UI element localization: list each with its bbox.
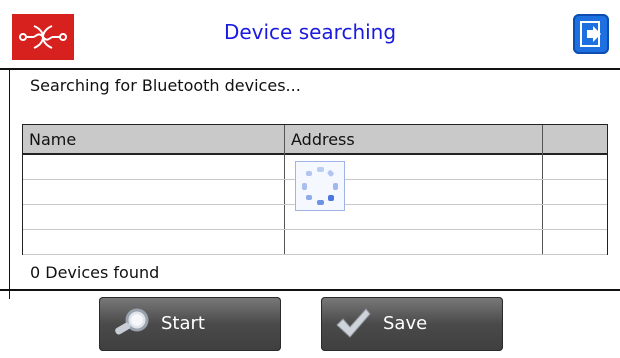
start-button[interactable]: Start xyxy=(99,297,281,351)
header: Device searching xyxy=(0,0,620,68)
page-title: Device searching xyxy=(223,20,397,44)
exit-button[interactable] xyxy=(573,14,609,54)
table-row[interactable] xyxy=(23,230,607,255)
column-header-extra[interactable] xyxy=(543,125,607,153)
search-magnifier-icon xyxy=(115,308,149,335)
content-left-border xyxy=(9,69,10,299)
column-header-name[interactable]: Name xyxy=(23,125,284,153)
header-divider xyxy=(0,68,620,70)
loading-spinner-icon xyxy=(295,161,345,211)
start-button-label: Start xyxy=(161,313,205,334)
exit-icon xyxy=(580,21,601,47)
save-button-label: Save xyxy=(383,313,428,334)
save-button[interactable]: Save xyxy=(321,297,503,351)
device-table[interactable]: Name Address xyxy=(22,124,608,255)
checkmark-icon xyxy=(336,308,371,338)
devices-found-count: 0 Devices found xyxy=(30,263,160,282)
device-search-window: Device searching Searching for Bluetooth… xyxy=(0,0,620,358)
column-header-address[interactable]: Address xyxy=(285,125,542,153)
app-logo-icon xyxy=(12,14,74,60)
status-message: Searching for Bluetooth devices... xyxy=(30,76,301,95)
table-header: Name Address xyxy=(23,125,607,155)
footer-divider xyxy=(0,289,620,291)
